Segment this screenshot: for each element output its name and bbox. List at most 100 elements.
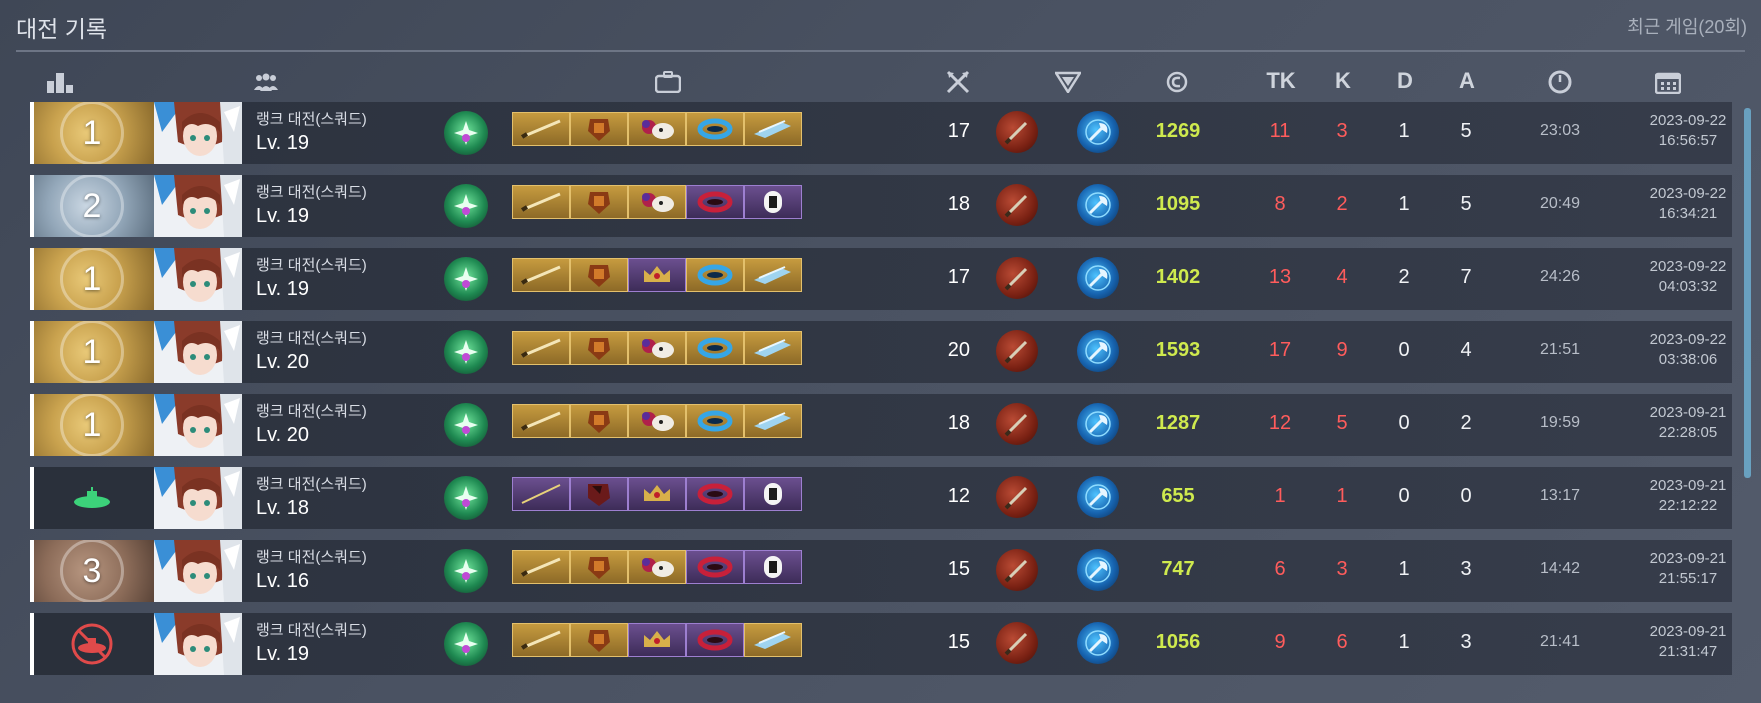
credit-value: 1269 (1155, 120, 1201, 142)
table-row[interactable]: 1 랭크 대전(스쿼드) Lv. 20 18 1287 12 5 0 2 19:59 2023-09… (30, 394, 1732, 456)
skill-icon (444, 330, 488, 374)
item-slot-icon[interactable] (686, 404, 744, 438)
d-value: 0 (1398, 485, 1410, 507)
table-row[interactable]: 2 랭크 대전(스쿼드) Lv. 19 18 1095 8 2 1 5 20:49 2023-09-… (30, 175, 1732, 237)
rank-number: 3 (60, 540, 124, 602)
match-mode: 랭크 대전(스쿼드) (256, 476, 367, 493)
skill-icon (444, 622, 488, 666)
rank-marker (30, 102, 34, 164)
rank-marker (30, 467, 34, 529)
item-slot-icon[interactable] (744, 477, 802, 511)
item-slot-icon[interactable] (570, 258, 628, 292)
item-slot-icon[interactable] (686, 112, 744, 146)
player-level: Lv. 19 (256, 132, 309, 154)
item-slot-icon[interactable] (628, 550, 686, 584)
match-datetime: 2023-09-22 16:56:57 (1628, 111, 1748, 151)
item-slot-icon[interactable] (512, 404, 570, 438)
scrollbar[interactable] (1744, 108, 1751, 478)
rank-badge (30, 613, 154, 675)
item-slot-icon[interactable] (628, 258, 686, 292)
credit-value: 747 (1161, 558, 1195, 580)
item-slot-icon[interactable] (628, 185, 686, 219)
item-slot-icon[interactable] (686, 185, 744, 219)
item-slot-icon[interactable] (570, 550, 628, 584)
item-slot-icon[interactable] (628, 623, 686, 657)
skill-icon (444, 549, 488, 593)
match-clock: 22:28:05 (1658, 424, 1718, 441)
rank-marker (30, 394, 34, 456)
item-slot-icon[interactable] (628, 112, 686, 146)
item-slot-icon[interactable] (686, 477, 744, 511)
rank-marker (30, 248, 34, 310)
match-duration: 21:41 (1539, 633, 1581, 650)
table-row[interactable]: 랭크 대전(스쿼드) Lv. 19 15 1056 9 6 1 3 21:41 2023-09-2… (30, 613, 1732, 675)
match-clock: 21:31:47 (1658, 643, 1718, 660)
table-row[interactable]: 랭크 대전(스쿼드) Lv. 18 12 655 1 1 0 0 13:17 2023-09-21… (30, 467, 1732, 529)
character-portrait (154, 248, 242, 310)
rank-badge: 3 (30, 540, 154, 602)
match-clock: 16:56:57 (1658, 132, 1718, 149)
item-slot-icon[interactable] (744, 258, 802, 292)
skill-icon (444, 476, 488, 520)
item-slot-icon[interactable] (512, 185, 570, 219)
submarine-icon (69, 475, 115, 521)
tk-value: 17 (1268, 339, 1292, 361)
team-icon (250, 68, 282, 96)
k-value: 9 (1336, 339, 1348, 361)
tier-value: 20 (947, 339, 970, 361)
item-slot-icon[interactable] (570, 623, 628, 657)
skill-icon (444, 111, 488, 155)
item-slot-icon[interactable] (512, 112, 570, 146)
rank-badge: 1 (30, 321, 154, 383)
recent-games-label: 최근 게임(20회) (1627, 17, 1747, 37)
item-slot-icon[interactable] (512, 331, 570, 365)
tier-weapon-icon (996, 257, 1038, 299)
item-slot-icon[interactable] (570, 112, 628, 146)
tier-value: 15 (947, 631, 970, 653)
item-slot-icon[interactable] (686, 550, 744, 584)
tk-value: 13 (1268, 266, 1292, 288)
weapon-type-icon (1077, 403, 1119, 445)
d-value: 1 (1398, 558, 1410, 580)
item-slot-icon[interactable] (512, 550, 570, 584)
character-portrait (154, 540, 242, 602)
k-value: 2 (1336, 193, 1348, 215)
item-slot-icon[interactable] (570, 185, 628, 219)
item-slot-icon[interactable] (512, 623, 570, 657)
item-slot-icon[interactable] (628, 477, 686, 511)
item-slot-icon[interactable] (744, 404, 802, 438)
item-slot-icon[interactable] (744, 550, 802, 584)
item-slot-icon[interactable] (744, 623, 802, 657)
credit-value: 1402 (1155, 266, 1201, 288)
item-slot-icon[interactable] (744, 331, 802, 365)
table-row[interactable]: 1 랭크 대전(스쿼드) Lv. 19 17 1269 11 3 1 5 23:03 2023-09… (30, 102, 1732, 164)
table-row[interactable]: 1 랭크 대전(스쿼드) Lv. 19 17 1402 13 4 2 7 24:26 2023-09… (30, 248, 1732, 310)
weapon-type-icon (1077, 476, 1119, 518)
player-level: Lv. 18 (256, 497, 309, 519)
character-portrait (154, 175, 242, 237)
item-slot-icon[interactable] (686, 331, 744, 365)
table-row[interactable]: 1 랭크 대전(스쿼드) Lv. 20 20 1593 17 9 0 4 21:51 2023-09… (30, 321, 1732, 383)
player-level: Lv. 20 (256, 424, 309, 446)
item-slot-icon[interactable] (628, 404, 686, 438)
item-slot-icon[interactable] (744, 112, 802, 146)
character-portrait (154, 102, 242, 164)
item-slot-icon[interactable] (686, 258, 744, 292)
item-slot-icon[interactable] (570, 404, 628, 438)
item-slot-icon[interactable] (512, 477, 570, 511)
item-slot-icon[interactable] (570, 331, 628, 365)
character-portrait (154, 467, 242, 529)
table-row[interactable]: 3 랭크 대전(스쿼드) Lv. 16 15 747 6 3 1 3 14:42 2023-09-2… (30, 540, 1732, 602)
item-slot-icon[interactable] (744, 185, 802, 219)
clock-icon (1544, 68, 1576, 96)
item-slot-icon[interactable] (512, 258, 570, 292)
item-slot-icon[interactable] (570, 477, 628, 511)
item-slot-icon[interactable] (628, 331, 686, 365)
match-date: 2023-09-21 (1649, 550, 1727, 567)
rank-marker (30, 321, 34, 383)
match-datetime: 2023-09-21 21:31:47 (1628, 622, 1748, 662)
item-slot-icon[interactable] (686, 623, 744, 657)
match-datetime: 2023-09-22 16:34:21 (1628, 184, 1748, 224)
character-portrait (154, 613, 242, 675)
rank-number: 1 (60, 394, 124, 456)
